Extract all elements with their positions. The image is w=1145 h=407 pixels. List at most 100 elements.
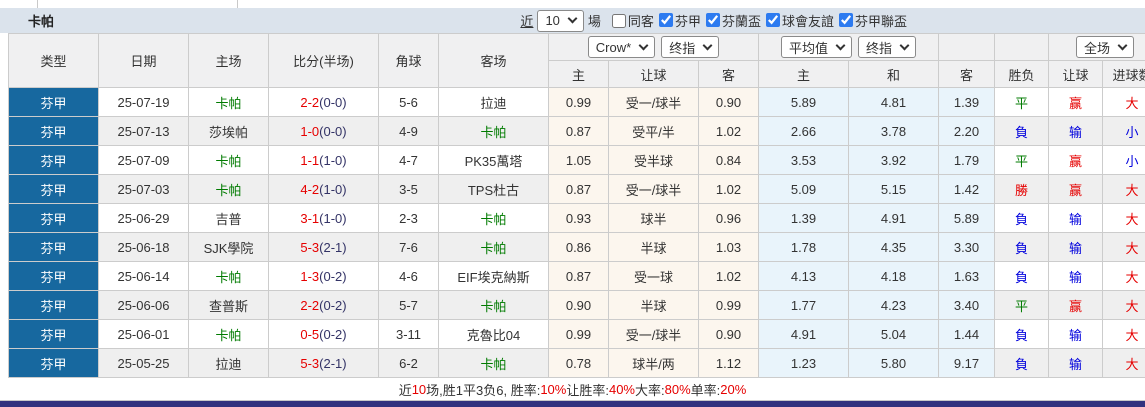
cell-let-home-odds: 1.05 — [548, 145, 609, 175]
cell-result: 負 — [994, 319, 1049, 349]
handicap-final-select[interactable]: 终指 — [661, 36, 720, 58]
score-halftime: (1-0) — [319, 152, 347, 168]
cell-avg-away: 2.20 — [938, 116, 995, 146]
summary-segment: 场,胜1平3负6, 胜率: — [426, 382, 541, 398]
col-header-corners: 角球 — [378, 33, 439, 88]
same-away-label: 同客 — [627, 14, 654, 29]
cell-score: 1-0(0-0) — [268, 116, 379, 146]
bookmaker-select[interactable]: Crow* — [587, 36, 656, 58]
summary-segment: 单率: — [690, 382, 721, 398]
cell-goals: 大 — [1101, 319, 1145, 349]
league-filters: 芬甲 芬蘭盃 球會友誼 芬甲聯盃 — [654, 11, 907, 31]
handicap-final-value: 终指 — [669, 40, 696, 56]
score-fulltime: 2-2 — [300, 94, 320, 110]
subcol-handicap: 让球 — [608, 60, 699, 88]
cell-date: 25-06-01 — [98, 319, 189, 349]
games-label: 場 — [587, 14, 601, 29]
league-filter[interactable]: 芬甲 — [654, 11, 701, 30]
cell-result: 勝 — [994, 174, 1049, 204]
cell-home-team: 卡帕 — [188, 174, 269, 204]
cell-let-away-odds: 0.96 — [698, 203, 759, 233]
cell-let-home-odds: 0.78 — [548, 348, 609, 378]
cell-avg-away: 1.44 — [938, 319, 995, 349]
summary-segment: 40% — [608, 381, 635, 397]
cell-let-home-odds: 0.93 — [548, 203, 609, 233]
cell-goals: 小 — [1101, 116, 1145, 146]
matches-table: 类型 日期 主场 比分(半场) 角球 客场 Crow* 终指 平均值 终指 全场… — [8, 33, 1145, 378]
cell-avg-home: 4.91 — [758, 319, 849, 349]
league-filter[interactable]: 球會友誼 — [761, 11, 834, 30]
cell-handicap-result: 输 — [1048, 348, 1103, 378]
cell-home-team: 卡帕 — [188, 87, 269, 117]
subcol-result: 胜负 — [994, 60, 1049, 88]
league-filter-checkbox[interactable] — [838, 13, 853, 28]
cell-date: 25-06-06 — [98, 290, 189, 320]
league-filter[interactable]: 芬蘭盃 — [701, 11, 761, 30]
subcol-avg-away: 客 — [938, 60, 995, 88]
cell-date: 25-07-09 — [98, 145, 189, 175]
cell-score: 1-3(0-2) — [268, 261, 379, 291]
cell-goals: 大 — [1101, 232, 1145, 262]
cell-avg-draw: 3.78 — [848, 116, 939, 146]
cell-corners: 4-6 — [378, 261, 439, 291]
col-header-date: 日期 — [98, 33, 189, 88]
league-filter[interactable]: 芬甲聯盃 — [834, 11, 907, 30]
league-filter-checkbox[interactable] — [765, 13, 780, 28]
cell-avg-home: 3.53 — [758, 145, 849, 175]
subcol-handicap-result: 让球 — [1048, 60, 1103, 88]
cell-avg-draw: 4.18 — [848, 261, 939, 291]
score-halftime: (2-1) — [319, 355, 347, 371]
cell-handicap: 半球 — [608, 232, 699, 262]
cell-handicap: 受一/球半 — [608, 319, 699, 349]
europe-final-select[interactable]: 终指 — [858, 36, 917, 58]
cell-corners: 4-7 — [378, 145, 439, 175]
table-row: 芬甲 25-07-09 卡帕 1-1(1-0) 4-7 PK35萬塔 1.05 … — [8, 145, 1145, 175]
table-row: 芬甲 25-05-25 拉迪 5-3(2-1) 6-2 卡帕 0.78 球半/两… — [8, 348, 1145, 378]
same-away-filter[interactable]: 同客 — [607, 11, 654, 30]
filter-controls: 近 10 場 同客 芬甲 芬蘭盃 球會友誼 芬甲聯盃 — [520, 9, 907, 32]
cell-let-away-odds: 1.02 — [698, 261, 759, 291]
scope-select[interactable]: 全场 — [1076, 36, 1135, 58]
cell-corners: 4-9 — [378, 116, 439, 146]
cell-handicap-result: 输 — [1048, 261, 1103, 291]
cell-league: 芬甲 — [8, 174, 99, 204]
recent-count-select[interactable]: 10 — [537, 9, 584, 32]
divider — [237, 0, 238, 8]
cell-result: 平 — [994, 145, 1049, 175]
cell-goals: 大 — [1101, 203, 1145, 233]
cell-let-home-odds: 0.99 — [548, 87, 609, 117]
bottom-bar — [0, 401, 1145, 407]
average-select[interactable]: 平均值 — [780, 36, 852, 58]
chevron-down-icon — [1117, 40, 1128, 50]
cell-corners: 6-2 — [378, 348, 439, 378]
scope-group-header: 全场 — [1047, 33, 1145, 61]
cell-avg-draw: 4.81 — [848, 87, 939, 117]
cell-score: 3-1(1-0) — [268, 203, 379, 233]
league-filter-checkbox[interactable] — [658, 13, 673, 28]
score-fulltime: 2-2 — [300, 297, 320, 313]
cell-date: 25-07-03 — [98, 174, 189, 204]
cell-result: 負 — [994, 232, 1049, 262]
title-bar: 卡帕 近 10 場 同客 芬甲 芬蘭盃 球會友誼 芬甲聯盃 — [0, 8, 1145, 33]
cell-let-home-odds: 0.87 — [548, 174, 609, 204]
cell-handicap-result: 赢 — [1048, 290, 1103, 320]
cell-let-home-odds: 0.87 — [548, 261, 609, 291]
score-halftime: (0-0) — [319, 123, 347, 139]
cell-handicap: 球半 — [608, 203, 699, 233]
cell-home-team: 拉迪 — [188, 348, 269, 378]
cell-goals: 小 — [1101, 145, 1145, 175]
summary-segment: 80% — [664, 381, 691, 397]
cell-league: 芬甲 — [8, 145, 99, 175]
same-away-checkbox[interactable] — [611, 13, 626, 28]
cell-let-home-odds: 0.99 — [548, 319, 609, 349]
subcol-avg-home: 主 — [758, 60, 849, 88]
score-halftime: (0-2) — [319, 268, 347, 284]
col-header-away: 客场 — [438, 33, 549, 88]
col-header-home: 主场 — [188, 33, 269, 88]
cell-handicap-result: 输 — [1048, 319, 1103, 349]
cell-away-team: 拉迪 — [438, 87, 549, 117]
cell-avg-away: 5.89 — [938, 203, 995, 233]
league-filter-checkbox[interactable] — [705, 13, 720, 28]
cell-home-team: 莎埃帕 — [188, 116, 269, 146]
match-history-panel: 卡帕 近 10 場 同客 芬甲 芬蘭盃 球會友誼 芬甲聯盃 类型 日期 主场 比… — [0, 0, 1145, 407]
